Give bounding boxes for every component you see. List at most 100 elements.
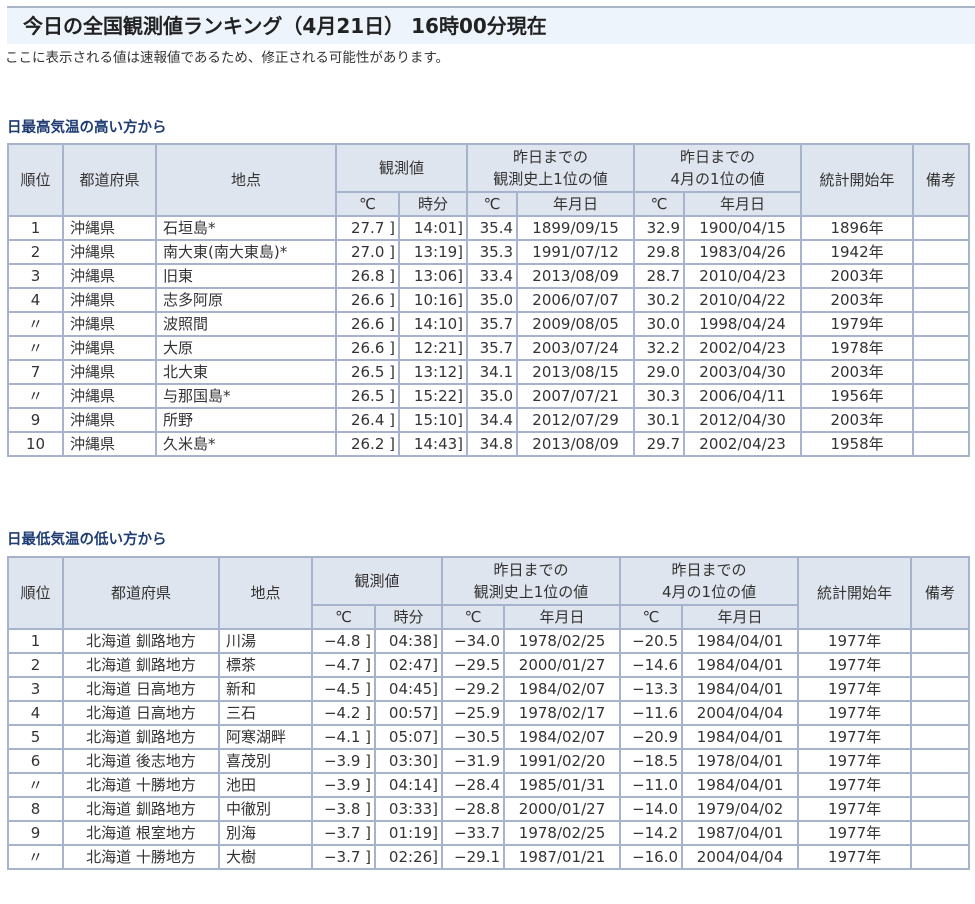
cell-record-month-temp: 30.2 — [633, 287, 686, 313]
page-title-bar: 今日の全国観測値ランキング（4月21日） 16時00分現在 — [7, 6, 975, 44]
cell-record-all-temp: 34.1 — [466, 359, 519, 385]
header-observed: 観測値 — [310, 556, 444, 606]
cell-record-all-temp: 35.0 — [466, 383, 519, 409]
cell-remarks — [910, 676, 971, 702]
cell-record-all-date: 2003/07/24 — [516, 335, 636, 361]
cell-observed-time: 10:16] — [397, 287, 469, 313]
table-row: 〃沖縄県 波照間 26.6 ] 14:10] 35.7 2009/08/05 30.0 199… — [7, 311, 971, 337]
table-row: 4 沖縄県 志多阿原 26.6 ] 10:16] 35.0 2006/07/07 30.2 20… — [7, 287, 971, 313]
cell-station: 標茶 — [218, 652, 313, 678]
cell-station: 南大東(南大東島)* — [155, 239, 337, 265]
header-record-month-deg: ℃ — [633, 191, 686, 217]
cell-rank: 1 — [7, 215, 64, 241]
cell-record-month-temp: 29.7 — [633, 431, 686, 457]
cell-start-year: 1942年 — [800, 239, 915, 265]
cell-prefecture: 沖縄県 — [62, 287, 157, 313]
cell-record-month-date: 1987/04/01 — [681, 820, 800, 846]
header-record-month-deg: ℃ — [619, 604, 684, 630]
cell-record-month-temp: 29.8 — [633, 239, 686, 265]
cell-record-all-temp: −30.5 — [441, 724, 506, 750]
cell-record-month-date: 2003/04/30 — [683, 359, 803, 385]
table-row: 〃沖縄県 大原 26.6 ] 12:21] 35.7 2003/07/24 32.2 2002… — [7, 335, 971, 361]
header-record-month: 昨日までの 4月の1位の値 — [633, 143, 803, 193]
table-row: 10 沖縄県 久米島* 26.2 ] 14:43] 34.8 2013/08/09 29.7 2… — [7, 431, 971, 457]
cell-record-month-date: 2006/04/11 — [683, 383, 803, 409]
header-rank: 順位 — [7, 556, 64, 630]
cell-start-year: 1896年 — [800, 215, 915, 241]
cell-station: 中徹別 — [218, 796, 313, 822]
cell-record-all-temp: −28.8 — [441, 796, 506, 822]
header-record-month-line1: 昨日までの — [671, 561, 747, 579]
cell-observed-time: 05:07] — [373, 724, 444, 750]
table-row: 6 北海道 後志地方 喜茂別 −3.9 ] 03:30] −31.9 1991/02/20−… — [7, 748, 971, 774]
cell-observed-time: 14:01] — [397, 215, 469, 241]
cell-prefecture: 沖縄県 — [62, 383, 157, 409]
cell-observed-time: 03:30] — [373, 748, 444, 774]
cell-record-all-temp: −29.1 — [441, 844, 506, 870]
header-remarks: 備考 — [910, 556, 971, 630]
section-heading-min-temp: 日最低気温の低い方から — [7, 532, 167, 548]
cell-record-month-temp: 32.2 — [633, 335, 686, 361]
cell-record-month-date: 1984/04/01 — [681, 652, 800, 678]
page-title: 今日の全国観測値ランキング（4月21日） 16時00分現在 — [23, 14, 547, 38]
cell-remarks — [912, 359, 971, 385]
cell-remarks — [912, 215, 971, 241]
table-row: 2 沖縄県 南大東(南大東島)* 27.0 ] 13:19] 35.3 1991/07/12… — [7, 239, 971, 265]
cell-remarks — [912, 239, 971, 265]
cell-rank: 6 — [7, 748, 64, 774]
cell-observed-temp: −4.1 ] — [311, 724, 376, 750]
cell-record-month-temp: 28.7 — [633, 263, 686, 289]
cell-record-all-temp: 35.7 — [466, 311, 519, 337]
cell-observed-temp: 26.6 ] — [335, 335, 400, 361]
cell-record-month-date: 2002/04/23 — [683, 431, 803, 457]
cell-record-all-temp: −28.4 — [441, 772, 506, 798]
cell-remarks — [910, 652, 971, 678]
header-record-month-date: 年月日 — [683, 191, 803, 217]
cell-prefecture: 北海道 十勝地方 — [62, 844, 220, 870]
cell-remarks — [910, 628, 971, 654]
cell-start-year: 1977年 — [797, 652, 913, 678]
cell-rank: 8 — [7, 796, 64, 822]
cell-observed-time: 12:21] — [397, 335, 469, 361]
cell-rank: 2 — [7, 652, 64, 678]
cell-observed-time: 13:19] — [397, 239, 469, 265]
table-row: 〃北海道 十勝地方 大樹 −3.7 ] 02:26] −29.1 1987/01/21 −1… — [7, 844, 971, 870]
cell-rank: 10 — [7, 431, 64, 457]
cell-record-all-temp: 34.4 — [466, 407, 519, 433]
cell-record-all-temp: 35.0 — [466, 287, 519, 313]
cell-record-all-temp: 35.7 — [466, 335, 519, 361]
table-row: 3 北海道 日高地方 新和 −4.5 ] 04:45] −29.2 1984/02/07 −1… — [7, 676, 971, 702]
cell-rank: 7 — [7, 359, 64, 385]
header-prefecture: 都道府県 — [62, 143, 157, 217]
table-row: 9 沖縄県 所野 26.4 ] 15:10] 34.4 2012/07/29 30.1 2012… — [7, 407, 971, 433]
cell-observed-temp: 26.4 ] — [335, 407, 400, 433]
cell-observed-temp: −3.9 ] — [311, 772, 376, 798]
table-row: 〃北海道 十勝地方 池田 −3.9 ] 04:14] −28.4 1985/01/31 −1… — [7, 772, 971, 798]
header-record-all: 昨日までの 観測史上1位の値 — [441, 556, 622, 606]
cell-record-month-date: 2012/04/30 — [683, 407, 803, 433]
cell-prefecture: 北海道 釧路地方 — [62, 796, 220, 822]
header-record-all-date: 年月日 — [503, 604, 622, 630]
cell-record-all-date: 1978/02/17 — [503, 700, 622, 726]
cell-record-month-date: 1984/04/01 — [681, 724, 800, 750]
cell-observed-time: 04:14] — [373, 772, 444, 798]
cell-observed-time: 04:38] — [373, 628, 444, 654]
header-start-year: 統計開始年 — [800, 143, 915, 217]
cell-record-all-date: 2013/08/09 — [516, 263, 636, 289]
table-row: 1 北海道 釧路地方 川湯 −4.8 ] 04:38] −34.0 1978/02/25 −2… — [7, 628, 971, 654]
cell-rank: 1 — [7, 628, 64, 654]
cell-remarks — [912, 431, 971, 457]
cell-observed-time: 13:06] — [397, 263, 469, 289]
cell-start-year: 1977年 — [797, 796, 913, 822]
cell-observed-time: 00:57] — [373, 700, 444, 726]
cell-record-all-temp: −29.5 — [441, 652, 506, 678]
cell-prefecture: 沖縄県 — [62, 359, 157, 385]
cell-prefecture: 沖縄県 — [62, 335, 157, 361]
cell-rank: 5 — [7, 724, 64, 750]
cell-rank: 〃 — [7, 311, 64, 337]
cell-remarks — [910, 820, 971, 846]
cell-record-all-temp: −29.2 — [441, 676, 506, 702]
cell-station: 与那国島* — [155, 383, 337, 409]
cell-record-all-temp: −34.0 — [441, 628, 506, 654]
cell-station: 池田 — [218, 772, 313, 798]
